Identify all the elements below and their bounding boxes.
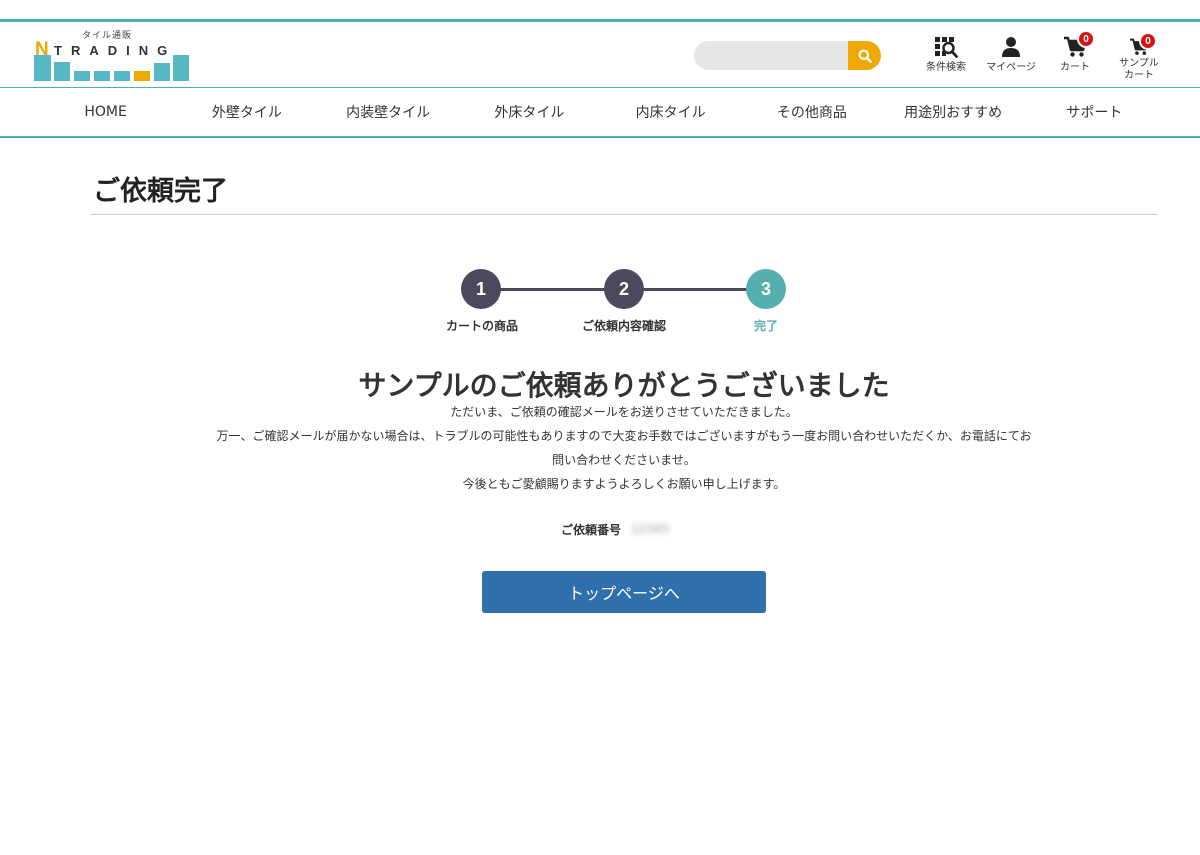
condition-search-button[interactable]: 条件検索 [924, 36, 968, 74]
search-input[interactable] [694, 41, 848, 70]
cart-count-badge: 0 [1077, 30, 1095, 48]
site-logo[interactable]: タイル通販 N TRADING [34, 28, 190, 84]
confirmation-message-line: ただいま、ご依頼の確認メールをお送りさせていただきました。 [450, 405, 798, 419]
search-icon [858, 49, 872, 63]
sample-cart-label-line1: サンプル [1119, 58, 1159, 69]
logo-bar [173, 55, 189, 81]
step-connector [481, 288, 624, 291]
order-number-label: ご依頼番号 [561, 522, 622, 537]
logo-bar [154, 63, 170, 81]
nav-item-interior-floor-tile[interactable]: 内床タイル [600, 88, 741, 136]
title-divider [91, 214, 1157, 215]
nav-item-other-products[interactable]: その他商品 [741, 88, 882, 136]
cart-button[interactable]: 0 カート [1058, 30, 1095, 74]
grid-search-icon [935, 37, 958, 58]
step-2-label: ご依頼内容確認 [581, 319, 667, 333]
sample-cart-label-line2: カート [1124, 70, 1154, 81]
nav-item-home[interactable]: HOME [35, 88, 176, 136]
sample-cart-button[interactable]: 0 サンプル カート [1116, 32, 1162, 82]
logo-bar [114, 71, 130, 81]
site-header: タイル通販 N TRADING 条件検索 マイページ 0 カート 0 サンプル … [0, 22, 1200, 88]
confirmation-message-line: 問い合わせくださいませ。 [552, 453, 696, 467]
mypage-label: マイページ [986, 62, 1036, 73]
nav-item-exterior-wall-tile[interactable]: 外壁タイル [176, 88, 317, 136]
cart-label: カート [1060, 62, 1090, 73]
confirmation-message-line: 今後ともご愛顧賜りますようよろしくお願い申し上げます。 [462, 477, 786, 491]
nav-item-exterior-floor-tile[interactable]: 外床タイル [459, 88, 600, 136]
logo-bar [34, 55, 51, 81]
order-number-value: 12345 [631, 522, 670, 536]
logo-subtitle: タイル通販 [82, 31, 133, 41]
step-1-circle: 1 [461, 269, 501, 309]
sample-cart-count-badge: 0 [1139, 32, 1157, 50]
logo-bar [94, 71, 110, 81]
nav-bottom-rule [0, 136, 1200, 138]
global-nav: HOME 外壁タイル 内装壁タイル 外床タイル 内床タイル その他商品 用途別お… [35, 88, 1165, 136]
page-title: ご依頼完了 [93, 176, 228, 207]
search-button[interactable] [848, 41, 881, 70]
order-number-row: ご依頼番号 12345 [561, 520, 683, 538]
mypage-button[interactable]: マイページ [983, 36, 1039, 74]
logo-word: TRADING [54, 43, 177, 58]
logo-bar [74, 71, 90, 81]
step-2-circle: 2 [604, 269, 644, 309]
thanks-heading: サンプルのご依頼ありがとうございました [358, 369, 890, 402]
confirmation-message-line: 万一、ご確認メールが届かない場合は、トラブルの可能性もありますので大変お手数では… [216, 429, 1032, 443]
step-3-circle: 3 [746, 269, 786, 309]
user-icon [1002, 37, 1020, 57]
condition-search-label: 条件検索 [926, 62, 966, 73]
logo-bar [54, 62, 70, 81]
nav-item-interior-wall-tile[interactable]: 内装壁タイル [318, 88, 459, 136]
nav-item-recommended-by-use[interactable]: 用途別おすすめ [883, 88, 1024, 136]
nav-item-support[interactable]: サポート [1024, 88, 1165, 136]
top-page-button[interactable]: トップページへ [482, 571, 766, 613]
step-connector [624, 288, 766, 291]
progress-stepper: 1 2 3 カートの商品 ご依頼内容確認 完了 [420, 266, 820, 338]
search-bar [694, 41, 881, 70]
logo-bar [134, 71, 150, 81]
step-1-label: カートの商品 [445, 319, 519, 333]
step-3-label: 完了 [753, 319, 779, 333]
